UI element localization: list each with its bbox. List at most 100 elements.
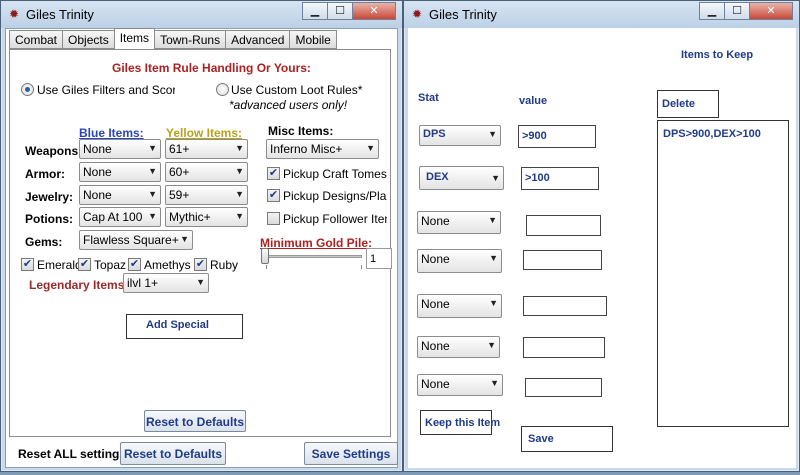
chevron-down-icon: ▼ <box>180 234 189 244</box>
gems-select[interactable]: Flawless Square+ ▼ <box>79 230 193 250</box>
blue-items-label: Blue Items: <box>79 126 144 140</box>
stat-select-7[interactable]: None ▼ <box>417 374 503 396</box>
add-special-button[interactable]: Add Special <box>126 314 243 339</box>
check-icon: ✔ <box>79 258 90 270</box>
chevron-down-icon: ▼ <box>235 211 244 221</box>
weapons-blue-select[interactable]: None ▼ <box>79 139 161 159</box>
legendary-items-select[interactable]: ilvl 1+ ▼ <box>123 273 209 293</box>
chevron-down-icon: ▼ <box>148 211 157 221</box>
delete-button[interactable]: Delete <box>657 90 719 118</box>
close-icon[interactable]: ✕ <box>352 2 396 20</box>
misc-items-label: Misc Items: <box>268 124 334 138</box>
value-input-4[interactable] <box>523 250 602 270</box>
check-icon: ✔ <box>22 258 33 270</box>
value-input-1[interactable]: >900 <box>518 125 596 148</box>
window2-client: Items to Keep Stat value Delete DPS ▼ >90… <box>408 28 796 468</box>
armor-label: Armor: <box>25 167 66 181</box>
items-tab-panel: Giles Item Rule Handling Or Yours: Use G… <box>9 49 392 437</box>
chevron-down-icon: ▼ <box>489 298 498 308</box>
armor-blue-select[interactable]: None ▼ <box>79 162 161 182</box>
tab-objects[interactable]: Objects <box>62 30 115 49</box>
topaz-checkbox[interactable]: ✔ <box>78 258 91 271</box>
value-column-label: value <box>519 95 548 107</box>
minimum-gold-input[interactable]: 1 <box>366 248 392 269</box>
pickup-follower-checkbox[interactable] <box>267 212 280 225</box>
weapons-label: Weapons: <box>25 144 83 158</box>
items-to-keep-heading: Items to Keep <box>681 49 754 61</box>
tab-mobile[interactable]: Mobile <box>289 30 337 49</box>
save-settings-button[interactable]: Save Settings <box>304 442 398 465</box>
window1-titlebar[interactable]: ✹ Giles Trinity ▁ ☐ ✕ <box>1 1 402 28</box>
chevron-down-icon: ▼ <box>235 143 244 153</box>
stat-select-2[interactable]: DEX ▼ <box>419 166 504 190</box>
advanced-users-note: *advanced users only! <box>229 98 348 112</box>
stat-select-4[interactable]: None ▼ <box>417 249 502 273</box>
giles-filters-radio[interactable] <box>21 83 34 96</box>
armor-yellow-select[interactable]: 60+ ▼ <box>165 162 248 182</box>
potions-yellow-select[interactable]: Mythic+ ▼ <box>165 207 248 227</box>
value-input-2[interactable]: >100 <box>521 167 599 190</box>
minimum-gold-slider[interactable] <box>262 255 362 258</box>
stat-select-3[interactable]: None ▼ <box>417 211 501 234</box>
custom-loot-radio[interactable] <box>216 83 229 96</box>
stat-column-label: Stat <box>418 92 439 104</box>
chevron-down-icon: ▼ <box>148 143 157 153</box>
ladybug-icon: ✹ <box>411 7 423 21</box>
weapons-yellow-select[interactable]: 61+ ▼ <box>165 139 248 159</box>
check-icon: ✔ <box>195 258 206 270</box>
stat-select-1[interactable]: DPS ▼ <box>419 125 501 146</box>
rule-handling-heading: Giles Item Rule Handling Or Yours: <box>112 61 311 75</box>
save-rules-button[interactable]: Save <box>521 426 613 452</box>
tab-strip: Combat Objects Items Town-Runs Advanced … <box>9 28 337 49</box>
reset-defaults-inner-button[interactable]: Reset to Defaults <box>144 410 246 432</box>
window2-titlebar[interactable]: ✹ Giles Trinity ▁ ☐ ✕ <box>404 1 799 28</box>
ruby-checkbox[interactable]: ✔ <box>194 258 207 271</box>
pickup-designs-label: Pickup Designs/Plan <box>283 189 387 203</box>
reset-all-label: Reset ALL settings: <box>18 447 131 461</box>
pickup-follower-label: Pickup Follower Item <box>283 212 387 226</box>
amethyst-checkbox[interactable]: ✔ <box>128 258 141 271</box>
potions-blue-select[interactable]: Cap At 100 ▼ <box>79 207 161 227</box>
maximize-icon[interactable]: ☐ <box>724 2 750 20</box>
chevron-down-icon: ▼ <box>487 340 496 350</box>
tab-items[interactable]: Items <box>113 28 156 49</box>
tab-town-runs[interactable]: Town-Runs <box>154 30 227 49</box>
giles-trinity-main-window: ✹ Giles Trinity ▁ ☐ ✕ Combat Objects Ite… <box>0 0 403 472</box>
value-input-5[interactable] <box>523 296 607 316</box>
value-input-3[interactable] <box>526 215 601 236</box>
check-icon: ✔ <box>268 189 279 201</box>
value-input-7[interactable] <box>525 378 602 397</box>
misc-items-select[interactable]: Inferno Misc+ ▼ <box>266 139 379 159</box>
window1-title: Giles Trinity <box>26 7 94 22</box>
check-icon: ✔ <box>129 258 140 270</box>
value-input-6[interactable] <box>523 337 605 358</box>
tab-combat[interactable]: Combat <box>9 30 64 49</box>
pickup-craft-label: Pickup Craft Tomes <box>283 167 387 181</box>
legendary-items-label: Legendary Items: <box>29 278 129 292</box>
ladybug-icon: ✹ <box>8 7 20 21</box>
yellow-items-label: Yellow Items: <box>166 126 243 140</box>
chevron-down-icon: ▼ <box>366 143 375 153</box>
stat-select-5[interactable]: None ▼ <box>417 294 502 318</box>
gems-label: Gems: <box>25 235 63 249</box>
minimum-gold-slider-thumb[interactable] <box>261 248 269 264</box>
stat-select-6[interactable]: None ▼ <box>417 336 500 358</box>
jewelry-blue-select[interactable]: None ▼ <box>79 185 161 205</box>
reset-defaults-bottom-button[interactable]: Reset to Defaults <box>120 442 226 465</box>
jewelry-yellow-select[interactable]: 59+ ▼ <box>165 185 248 205</box>
items-to-keep-list[interactable]: DPS>900,DEX>100 <box>657 120 789 427</box>
chevron-down-icon: ▼ <box>490 378 499 388</box>
emerald-checkbox[interactable]: ✔ <box>21 258 34 271</box>
keep-this-item-button[interactable]: Keep this Item <box>420 410 500 435</box>
keep-list-item[interactable]: DPS>900,DEX>100 <box>663 128 783 140</box>
chevron-down-icon: ▼ <box>488 215 497 225</box>
minimize-icon[interactable]: ▁ <box>302 2 328 20</box>
maximize-icon[interactable]: ☐ <box>327 2 353 20</box>
chevron-down-icon: ▼ <box>491 173 500 183</box>
close-icon[interactable]: ✕ <box>749 2 793 20</box>
chevron-down-icon: ▼ <box>489 253 498 263</box>
pickup-craft-checkbox[interactable]: ✔ <box>267 167 280 180</box>
minimize-icon[interactable]: ▁ <box>699 2 725 20</box>
tab-advanced[interactable]: Advanced <box>225 30 291 49</box>
pickup-designs-checkbox[interactable]: ✔ <box>267 189 280 202</box>
